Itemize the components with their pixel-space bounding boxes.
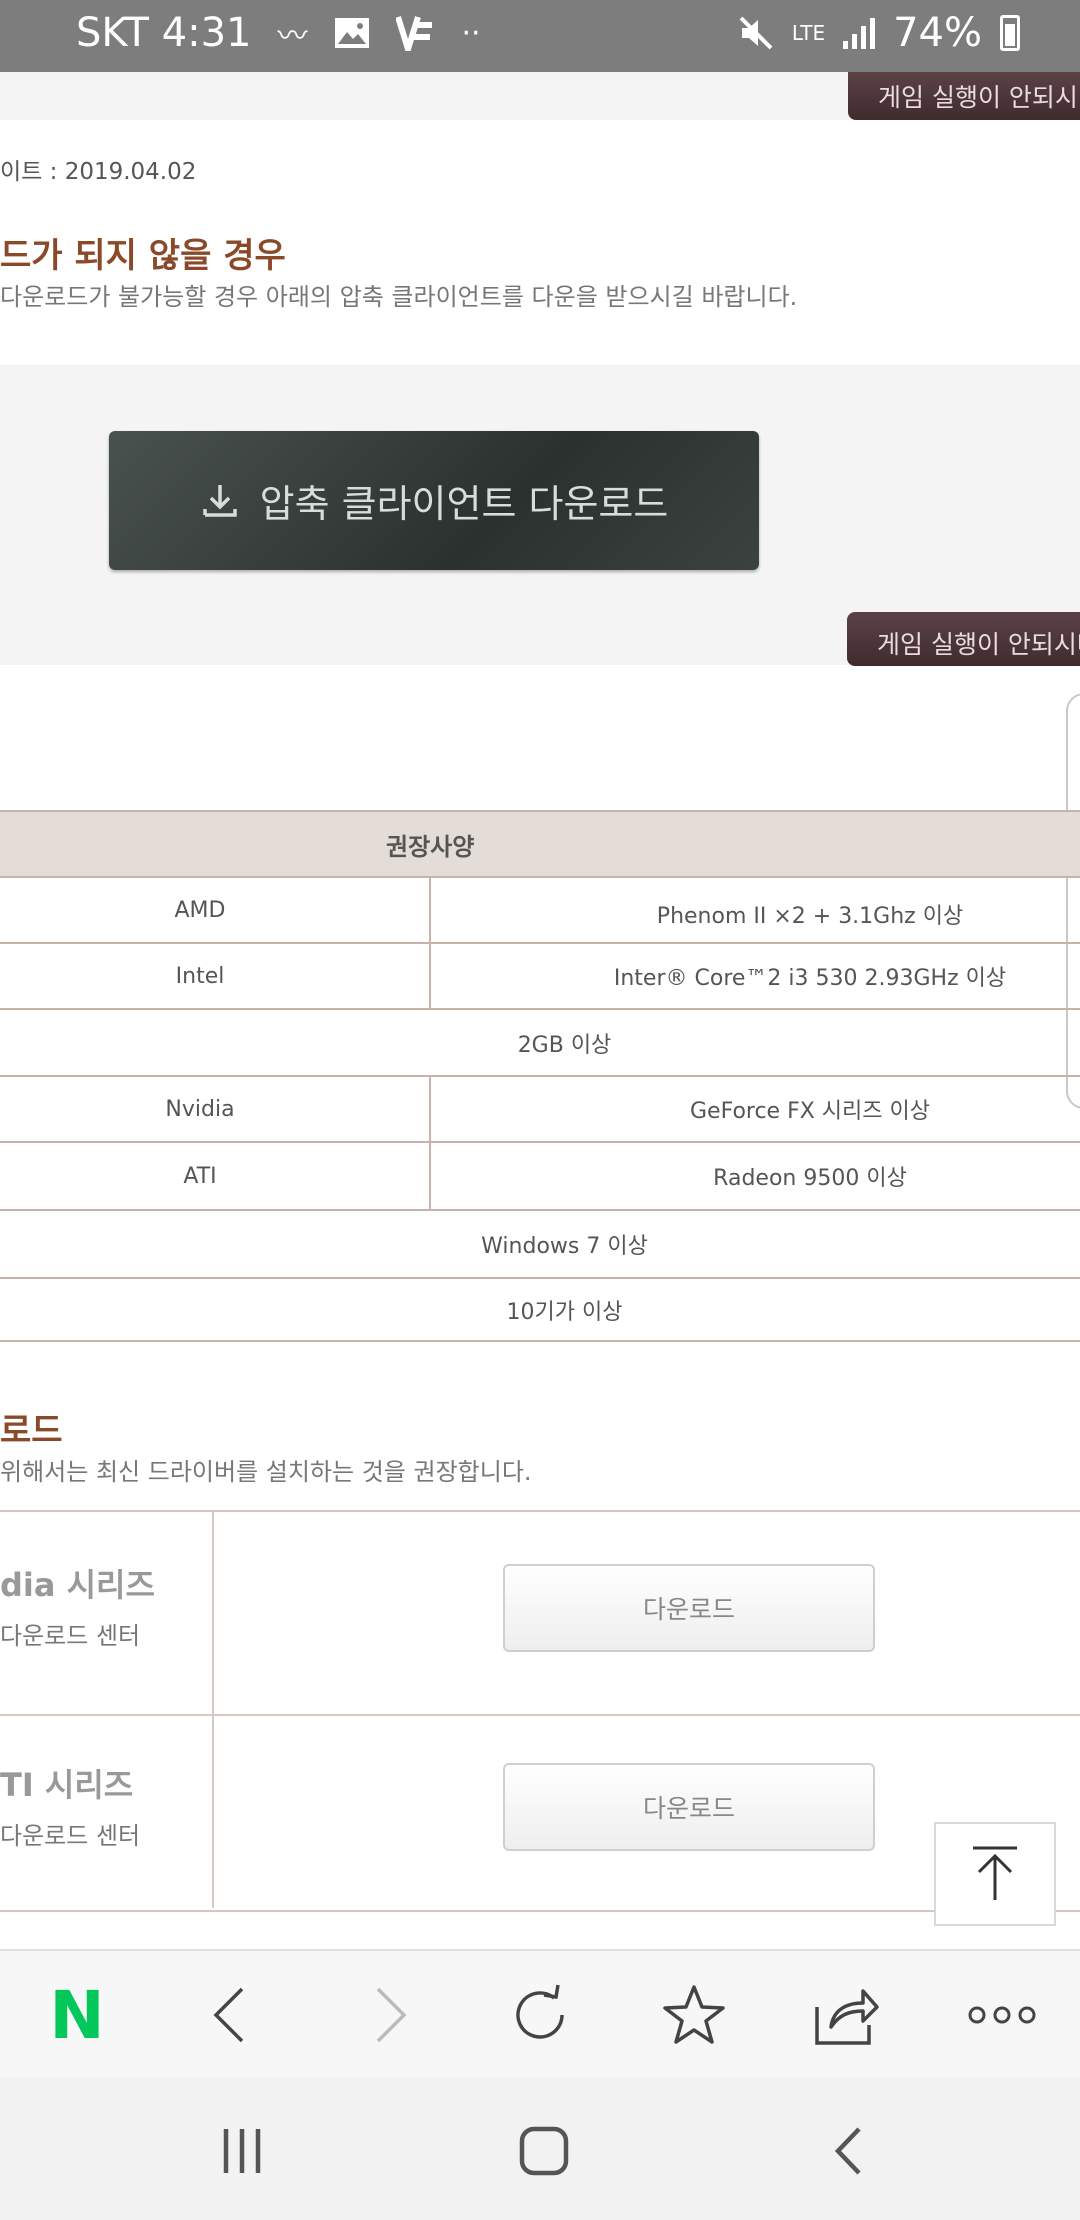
list-item: dia 시리즈 다운로드 센터 [0, 1560, 155, 1651]
reload-button[interactable] [490, 1951, 590, 2079]
home-icon [519, 2126, 569, 2176]
table-row: 10기가 이상 [0, 1277, 1080, 1342]
spec-label: Intel [0, 942, 431, 1010]
tab-label: 게임 실행이 안되시나 [877, 630, 1080, 659]
reload-icon [516, 1984, 564, 2039]
divider [212, 1512, 214, 1908]
driver-name: dia 시리즈 [0, 1566, 155, 1604]
mute-icon [739, 16, 773, 50]
back-icon [834, 2127, 861, 2175]
recent-apps-button[interactable] [212, 2121, 272, 2181]
table-row: Windows 7 이상 [0, 1209, 1080, 1279]
nvidia-download-button[interactable]: 다운로드 [503, 1564, 875, 1652]
system-nav-bar [0, 2077, 1080, 2220]
spec-value: Phenom II ×2 + 3.1Ghz 이상 [430, 876, 1080, 944]
ati-download-button[interactable]: 다운로드 [503, 1763, 875, 1851]
zip-download-label: 압축 클라이언트 다운로드 [259, 482, 669, 526]
table-row: Intel Inter® Core™2 i3 530 2.93GHz 이상 [0, 942, 1080, 1010]
spec-table: 권장사양 AMD Phenom II ×2 + 3.1Ghz 이상 Intel … [0, 810, 1080, 1342]
download-fail-title: 드가 되지 않을 경우 [0, 236, 286, 276]
signal-icon [843, 17, 876, 49]
chevron-right-icon [376, 1987, 407, 2043]
zip-client-download-button[interactable]: 압축 클라이언트 다운로드 [109, 431, 759, 570]
download-fail-desc: 다운로드가 불가능할 경우 아래의 압축 클라이언트를 다운을 받으시길 바랍니… [0, 283, 798, 311]
forward-button[interactable] [340, 1951, 440, 2079]
status-bar: SKT 4:31 〰 ·· LTE 74% [0, 0, 1080, 72]
bookmark-button[interactable] [644, 1951, 744, 2079]
browser-toolbar: N [0, 1949, 1080, 2079]
spec-label: ATI [0, 1141, 431, 1211]
spec-header: 권장사양 [0, 810, 1080, 878]
chevron-left-icon [213, 1987, 244, 2043]
naver-home-button[interactable]: N [27, 1951, 127, 2079]
table-row: 2GB 이상 [0, 1008, 1080, 1077]
network-type: LTE [791, 21, 826, 45]
driver-name: TI 시리즈 [0, 1766, 134, 1804]
app-v-icon [395, 16, 432, 51]
more-button[interactable] [952, 1951, 1052, 2079]
list-item: TI 시리즈 다운로드 센터 [0, 1760, 140, 1851]
spec-label: Nvidia [0, 1075, 431, 1143]
arrow-up-icon [973, 1846, 1017, 1900]
driver-section-title: 로드 [0, 1411, 63, 1451]
naver-logo-icon: N [49, 1976, 105, 2054]
table-row: ATI Radeon 9500 이상 [0, 1141, 1080, 1211]
divider [0, 1714, 1080, 1716]
share-icon [815, 1989, 879, 2045]
clock: 4:31 [161, 10, 252, 56]
more-icon [968, 2006, 1036, 2024]
download-button-label: 다운로드 [642, 1595, 735, 1624]
back-button[interactable] [180, 1951, 280, 2079]
table-row: AMD Phenom II ×2 + 3.1Ghz 이상 [0, 876, 1080, 944]
battery-icon [1000, 15, 1020, 51]
recent-apps-icon [223, 2129, 261, 2173]
spec-value: Inter® Core™2 i3 530 2.93GHz 이상 [430, 942, 1080, 1010]
driver-sub: 다운로드 센터 [0, 1822, 141, 1850]
download-button-label: 다운로드 [642, 1794, 735, 1823]
spec-value: GeForce FX 시리즈 이상 [430, 1075, 1080, 1143]
home-button[interactable] [514, 2121, 574, 2181]
spec-value: Radeon 9500 이상 [430, 1141, 1080, 1211]
download-icon [202, 484, 237, 517]
battery-percent: 74% [893, 10, 982, 56]
image-icon [334, 18, 369, 48]
star-icon [663, 1985, 725, 2044]
system-back-button[interactable] [818, 2121, 878, 2181]
spec-label: AMD [0, 876, 431, 944]
spec-value: 2GB 이상 [0, 1008, 1080, 1077]
tab-label: 게임 실행이 안되시나 [878, 83, 1080, 112]
wave-notification-icon: 〰 [277, 19, 308, 54]
driver-section-desc: 위해서는 최신 드라이버를 설치하는 것을 권장합니다. [0, 1458, 532, 1486]
update-date: 이트 : 2019.04.02 [0, 159, 197, 185]
game-not-running-tab-2[interactable]: 게임 실행이 안되시나 [847, 612, 1080, 666]
spec-value: 10기가 이상 [0, 1277, 1080, 1342]
more-notifications-icon: ·· [461, 15, 481, 51]
game-not-running-tab[interactable]: 게임 실행이 안되시나 [848, 72, 1080, 120]
carrier: SKT [76, 10, 149, 56]
table-row: Nvidia GeForce FX 시리즈 이상 [0, 1075, 1080, 1143]
driver-sub: 다운로드 센터 [0, 1622, 141, 1650]
scroll-to-top-button[interactable] [934, 1822, 1056, 1926]
spec-value: Windows 7 이상 [0, 1209, 1080, 1279]
share-button[interactable] [797, 1951, 897, 2079]
